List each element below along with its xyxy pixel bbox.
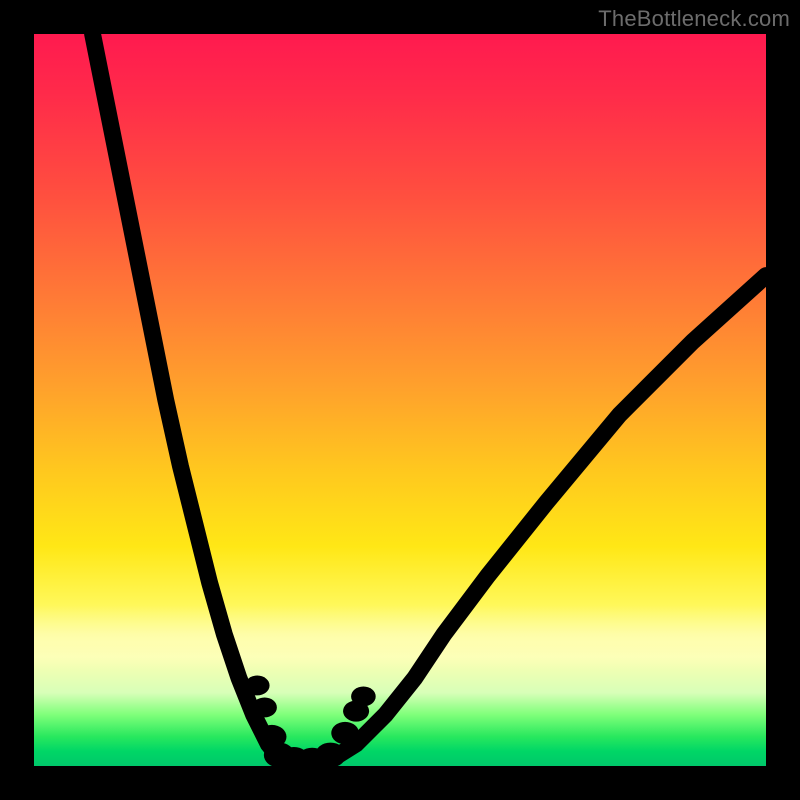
plot-area [34,34,766,766]
curve-marker [331,722,359,744]
curve-right-branch [327,276,766,763]
chart-svg [34,34,766,766]
watermark-text: TheBottleneck.com [598,6,790,32]
curve-marker [245,676,270,696]
curve-marker [351,687,376,707]
curve-marker [252,697,277,717]
app-frame: TheBottleneck.com [0,0,800,800]
curve-left-branch [93,34,283,762]
